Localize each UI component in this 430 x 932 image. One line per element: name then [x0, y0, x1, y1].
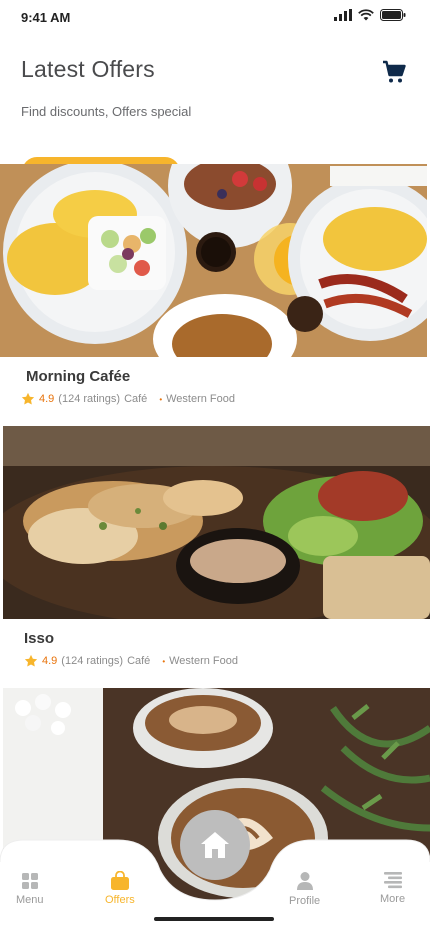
home-button[interactable]: [180, 810, 250, 880]
separator-dot: •: [162, 656, 166, 666]
home-icon: [201, 832, 229, 858]
cart-icon: [383, 60, 406, 83]
offer-name[interactable]: Morning Cafée: [26, 368, 130, 385]
signal-icon: [334, 9, 352, 21]
cuisine: Western Food: [166, 393, 236, 405]
status-time: 9:41 AM: [21, 10, 71, 25]
offer-meta: 4.9 (124 ratings) Café • Western Food: [24, 654, 238, 668]
star-icon: [24, 654, 38, 667]
offer-image-seafood[interactable]: [3, 426, 430, 619]
status-icons: [334, 9, 406, 21]
cart-button[interactable]: [382, 60, 406, 84]
tab-profile[interactable]: Profile: [289, 871, 320, 907]
star-icon: [21, 392, 35, 405]
home-indicator: [154, 917, 274, 921]
wifi-icon: [358, 9, 374, 21]
tab-menu[interactable]: Menu: [16, 872, 44, 906]
ratings-count: (124 ratings): [61, 655, 124, 667]
tab-offers[interactable]: Offers: [105, 871, 135, 906]
person-icon: [296, 872, 313, 890]
restaurant-type: Café: [127, 655, 151, 667]
tab-offers-label: Offers: [105, 894, 135, 906]
rating-value: 4.9: [39, 393, 55, 405]
offer-meta: 4.9 (124 ratings) Café • Western Food: [21, 392, 235, 406]
separator-dot: •: [159, 394, 163, 404]
page-title: Latest Offers: [21, 56, 155, 82]
ratings-count: (124 ratings): [58, 393, 121, 405]
cuisine: Western Food: [169, 655, 239, 667]
list-icon: [383, 872, 402, 889]
tab-more-label: More: [380, 893, 406, 905]
tab-more[interactable]: More: [380, 871, 405, 905]
page-subtitle: Find discounts, Offers special: [21, 104, 192, 119]
rating-value: 4.9: [42, 655, 58, 667]
tab-menu-label: Menu: [16, 894, 44, 906]
restaurant-type: Café: [124, 393, 148, 405]
offer-name[interactable]: Isso: [24, 630, 54, 647]
bag-icon: [110, 871, 129, 890]
status-bar: 9:41 AM: [0, 0, 430, 34]
tab-profile-label: Profile: [289, 895, 321, 907]
header: Latest Offers: [21, 56, 406, 83]
grid-icon: [21, 873, 38, 889]
offer-image-breakfast[interactable]: [0, 164, 427, 357]
battery-icon: [380, 9, 406, 21]
